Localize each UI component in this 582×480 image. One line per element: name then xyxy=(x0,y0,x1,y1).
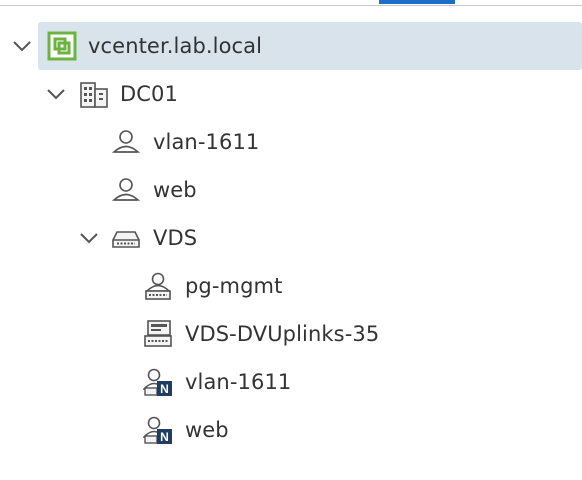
tree-node-network[interactable]: vlan-1611 xyxy=(110,118,310,166)
tree-node-segment-label: vlan-1611 xyxy=(185,370,292,394)
tree-node-network-label: vlan-1611 xyxy=(153,130,260,154)
tree-node-segment[interactable]: vlan-1611 xyxy=(142,358,362,406)
tree-node-datacenter-label: DC01 xyxy=(120,82,178,106)
tree-node-network[interactable]: web xyxy=(110,166,310,214)
tree-node-switch[interactable]: VDS xyxy=(110,214,310,262)
chevron-down-icon[interactable] xyxy=(44,82,68,106)
tree-node-segment-label: web xyxy=(185,418,229,442)
vcenter-icon xyxy=(47,31,77,61)
tree-node-portgroup[interactable]: pg-mgmt xyxy=(142,262,362,310)
chevron-down-icon[interactable] xyxy=(77,226,101,250)
tab-bar xyxy=(0,0,582,6)
tree-node-portgroup-label: pg-mgmt xyxy=(185,274,283,298)
active-tab-indicator xyxy=(379,0,455,4)
tree-node-switch-label: VDS xyxy=(153,226,198,250)
tree-node-network-label: web xyxy=(153,178,197,202)
tree-node-vcenter-label: vcenter.lab.local xyxy=(88,34,263,58)
tree-node-datacenter[interactable]: DC01 xyxy=(78,70,278,118)
tree-node-segment[interactable]: web xyxy=(142,406,362,454)
chevron-down-icon[interactable] xyxy=(10,34,34,58)
tree-node-uplink-portgroup[interactable]: VDS-DVUplinks-35 xyxy=(142,310,442,358)
tree-node-uplink-portgroup-label: VDS-DVUplinks-35 xyxy=(185,322,380,346)
